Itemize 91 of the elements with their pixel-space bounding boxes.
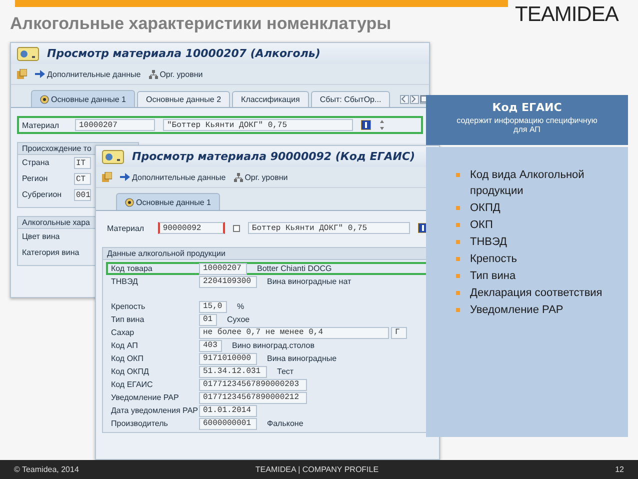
field-label: Сахар: [111, 328, 136, 337]
field-label: Дата уведомления РАР: [111, 406, 199, 415]
input-field[interactable]: 90000092: [158, 222, 225, 234]
field-label: ТНВЭД: [111, 277, 139, 286]
tab[interactable]: Основные данные 1: [31, 90, 136, 107]
field-label: Код ЕГАИС: [111, 380, 154, 389]
input-field[interactable]: IT: [74, 157, 91, 169]
list-item: ОКПД: [470, 201, 500, 216]
list-item: Уведомление РАР: [470, 303, 564, 318]
bullet-icon: [456, 206, 460, 210]
tab[interactable]: Классификация: [232, 91, 309, 107]
field-text: %: [237, 302, 244, 311]
tab-icon: [125, 198, 134, 206]
list-item: ОКП: [470, 218, 493, 233]
arrow-icon: [120, 173, 130, 181]
footer-title: TEAMIDEA | COMPANY PROFILE: [254, 465, 380, 474]
input-field[interactable]: 51.34.12.031: [199, 366, 267, 378]
input-field[interactable]: Г: [391, 326, 407, 338]
page-number: 12: [615, 465, 624, 474]
callout-title: Код ЕГАИС: [491, 101, 563, 114]
bullet-icon: [456, 173, 460, 177]
field-label: Код товара: [111, 264, 154, 273]
input-field[interactable]: 01.01.2014: [199, 404, 257, 416]
logo: TEAMIDEA: [515, 3, 618, 27]
list-item: ТНВЭД: [470, 235, 507, 250]
next-tab-icon[interactable]: [410, 95, 420, 104]
field-label: Код ОКПД: [111, 367, 150, 376]
list-item: Код вида Алкогольной продукции: [470, 168, 586, 199]
window-menu-icon[interactable]: [17, 46, 39, 60]
field-text: Фальконе: [267, 419, 304, 428]
input-field[interactable]: 9171010000: [199, 352, 257, 364]
input-field[interactable]: 15,0: [199, 300, 227, 312]
field-label: Уведомление РАР: [111, 393, 180, 402]
input-field[interactable]: 2204109300: [199, 276, 257, 288]
field-text: Botter Chianti DOCG: [257, 264, 332, 273]
field-text: Сухое: [227, 315, 250, 324]
bullet-icon: [456, 240, 460, 244]
input-field[interactable]: Боттер Кьянти ДОКГ" 0,75: [248, 222, 410, 234]
tab[interactable]: Сбыт: СбытОр...: [310, 91, 390, 107]
toolbar-button[interactable]: Орг. уровни: [234, 172, 288, 182]
slide-title: Алкогольные характеристики номенклатуры: [10, 14, 392, 34]
previous-tab-icon[interactable]: [400, 95, 410, 104]
bullet-icon: [456, 257, 460, 261]
input-field[interactable]: 403: [199, 340, 222, 352]
input-field[interactable]: не более 0,7 не менее 0,4: [199, 326, 389, 338]
input-field[interactable]: 10000207: [75, 119, 155, 131]
bullet-icon: [456, 223, 460, 227]
callout-subtitle: содержит информацию специфичную для АП: [456, 116, 598, 134]
list-item: Декларация соответствия: [470, 286, 602, 301]
bullet-icon: [456, 291, 460, 295]
field-label: Материал: [22, 120, 60, 130]
hierarchy-icon: [234, 172, 243, 182]
scroll-arrows-icon[interactable]: [379, 119, 385, 131]
field-label: Код ОКП: [111, 354, 144, 363]
field-label: Код АП: [111, 341, 139, 350]
input-field[interactable]: CT: [74, 173, 91, 185]
input-field[interactable]: "Боттер Кьянти ДОКГ" 0,75: [163, 119, 353, 131]
field-label: Регион: [22, 173, 49, 185]
info-icon[interactable]: [361, 120, 371, 130]
tab[interactable]: Основные данные 1: [116, 193, 220, 210]
input-field[interactable]: 6000000001: [199, 418, 257, 430]
input-field[interactable]: 01771234567890000212: [199, 392, 307, 404]
field-text: Тест: [277, 367, 294, 376]
field-label: Тип вина: [111, 315, 146, 324]
field-label: Категория вина: [22, 247, 80, 259]
copyright: © Teamidea, 2014: [14, 465, 79, 474]
input-field[interactable]: 001: [74, 189, 91, 201]
tab[interactable]: Основные данные 2: [137, 91, 230, 107]
field-text: Вина виноградные: [267, 354, 337, 363]
window-title: Просмотр материала 10000207 (Алкоголь): [47, 47, 320, 60]
toolbar-button[interactable]: Дополнительные данные: [35, 70, 141, 78]
hierarchy-icon: [148, 70, 158, 78]
list-item: Тип вина: [470, 269, 516, 284]
bullet-icon: [456, 274, 460, 278]
field-text: Вина виноградные нат: [267, 277, 352, 286]
field-label: Цвет вина: [22, 231, 61, 243]
field-label: Крепость: [111, 302, 146, 311]
input-field[interactable]: 10000207: [199, 262, 247, 274]
toolbar-button[interactable]: Орг. уровни: [148, 70, 203, 78]
input-field[interactable]: 01: [199, 314, 217, 326]
list-item: Крепость: [470, 252, 517, 267]
bullet-icon: [456, 308, 460, 312]
tab-icon: [40, 94, 49, 104]
input-field[interactable]: 01771234567890000203: [199, 378, 307, 390]
window-menu-icon[interactable]: [102, 150, 124, 164]
field-label: Субрегион: [22, 189, 63, 201]
toolbar-button[interactable]: Дополнительные данные: [120, 172, 226, 182]
arrow-icon: [35, 70, 45, 78]
field-label: Производитель: [111, 419, 169, 428]
field-label: Страна: [22, 157, 50, 169]
field-text: Вино виноград.столов: [232, 341, 314, 350]
